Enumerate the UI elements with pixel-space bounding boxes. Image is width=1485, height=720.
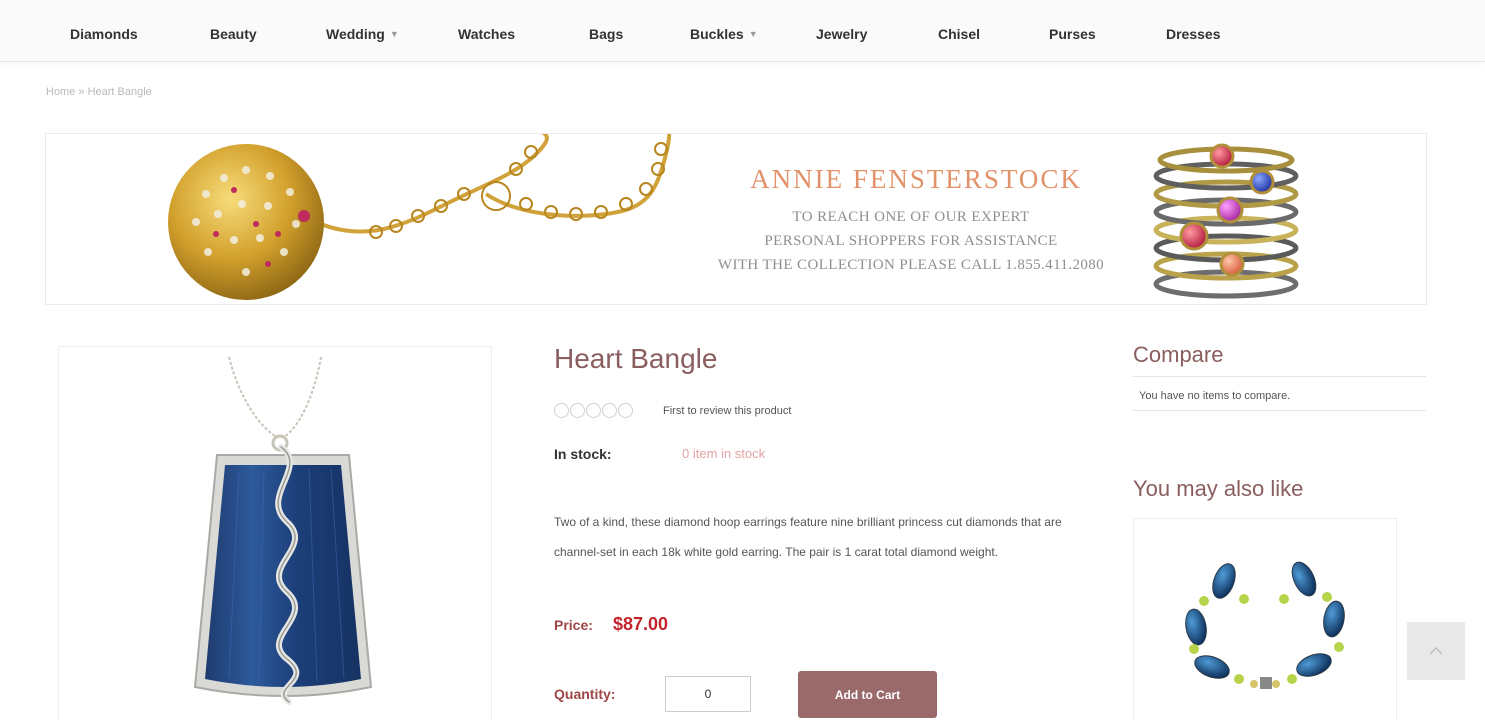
compare-empty-text: You have no items to compare. <box>1139 390 1291 402</box>
star-icon <box>586 403 601 418</box>
stock-label: In stock: <box>554 446 612 462</box>
chevron-down-icon: ▼ <box>389 29 399 39</box>
pendant-image <box>193 356 373 705</box>
rating-stars <box>554 403 634 423</box>
also-like-title: You may also like <box>1133 476 1304 501</box>
nav-item-diamonds[interactable]: Diamonds <box>70 26 138 42</box>
banner-tagline-1: TO REACH ONE OF OUR EXPERT <box>792 209 1030 225</box>
nav-label: Buckles <box>690 26 744 42</box>
divider <box>1133 410 1426 411</box>
breadcrumb-separator: » <box>78 86 85 98</box>
nav-label: Diamonds <box>70 26 138 42</box>
nav-item-dresses[interactable]: Dresses <box>1166 26 1221 42</box>
promo-banner[interactable]: ANNIE FENSTERSTOCK TO REACH ONE OF OUR E… <box>45 133 1427 305</box>
nav-label: Jewelry <box>816 26 868 42</box>
nav-label: Bags <box>589 26 624 42</box>
banner-tagline-2: PERSONAL SHOPPERS FOR ASSISTANCE <box>764 233 1058 249</box>
nav-label: Watches <box>458 26 516 42</box>
banner-tagline-3: WITH THE COLLECTION PLEASE CALL 1.855.41… <box>717 257 1105 273</box>
product-image[interactable] <box>58 346 492 720</box>
nav-item-wedding[interactable]: Wedding ▼ <box>326 26 399 42</box>
compare-title: Compare <box>1133 342 1224 367</box>
breadcrumb-home[interactable]: Home <box>46 86 75 98</box>
star-icon <box>602 403 617 418</box>
back-to-top-button[interactable] <box>1407 622 1465 680</box>
nav-label: Chisel <box>938 26 981 42</box>
product-title: Heart Bangle <box>554 343 718 374</box>
stock-value: 0 item in stock <box>682 446 766 461</box>
nav-label: Beauty <box>210 26 257 42</box>
quantity-input[interactable] <box>665 676 751 712</box>
nav-item-beauty[interactable]: Beauty <box>210 26 257 42</box>
nav-label: Wedding <box>326 26 385 42</box>
nav-item-jewelry[interactable]: Jewelry <box>816 26 867 42</box>
recommended-product-image[interactable] <box>1133 518 1397 720</box>
star-icon <box>554 403 569 418</box>
breadcrumb: Home » Heart Bangle <box>46 86 152 98</box>
nav-item-bags[interactable]: Bags <box>589 26 623 42</box>
nav-label: Purses <box>1049 26 1096 42</box>
nav-item-watches[interactable]: Watches <box>458 26 515 42</box>
bracelet-image <box>1185 561 1345 689</box>
nav-item-purses[interactable]: Purses <box>1049 26 1096 42</box>
divider <box>1133 376 1426 377</box>
product-description: Two of a kind, these diamond hoop earrin… <box>554 515 1062 559</box>
top-navigation: Diamonds Beauty Wedding ▼ Watches Bags Bu… <box>0 0 1485 62</box>
nav-label: Dresses <box>1166 26 1221 42</box>
add-to-cart-button[interactable]: Add to Cart <box>798 671 937 718</box>
banner-brand: ANNIE FENSTERSTOCK <box>750 164 1082 194</box>
breadcrumb-current: Heart Bangle <box>87 86 152 98</box>
nav-item-chisel[interactable]: Chisel <box>938 26 980 42</box>
chevron-up-icon <box>1429 646 1443 655</box>
chevron-down-icon: ▼ <box>748 29 758 39</box>
price-label: Price: <box>554 617 593 633</box>
price-value: $87.00 <box>613 614 669 634</box>
star-icon <box>570 403 585 418</box>
nav-item-buckles[interactable]: Buckles ▼ <box>690 26 758 42</box>
quantity-label: Quantity: <box>554 686 616 702</box>
review-link[interactable]: First to review this product <box>663 405 791 417</box>
star-icon <box>618 403 633 418</box>
